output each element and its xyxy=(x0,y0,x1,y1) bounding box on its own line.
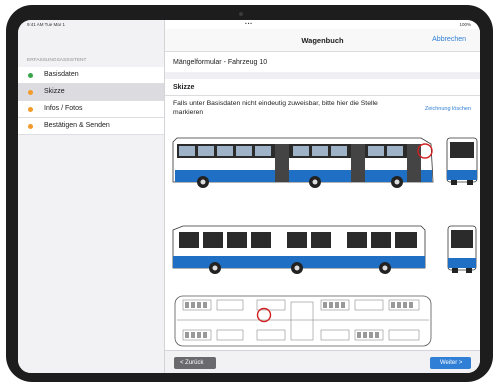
sidebar-item-bestaetigen-senden[interactable]: Bestätigen & Senden xyxy=(18,118,164,135)
sidebar-item-infos-fotos[interactable]: Infos / Fotos xyxy=(18,101,164,118)
sidebar-section-title: ERFASSUNGSASSISTENT xyxy=(27,58,87,63)
sidebar-item-label: Infos / Fotos xyxy=(44,105,83,112)
bottom-toolbar: < Zurück Weiter > xyxy=(165,350,480,373)
back-button-label: < Zurück xyxy=(180,359,204,366)
status-dot-icon xyxy=(28,123,33,129)
sidebar-item-skizze[interactable]: Skizze xyxy=(18,84,164,101)
main-panel: Wagenbuch Abbrechen Mängelformular - Fah… xyxy=(165,20,480,373)
sidebar-item-label: Bestätigen & Senden xyxy=(44,122,110,129)
bus-side-view-right xyxy=(172,137,434,188)
status-dots: ••• xyxy=(245,21,253,26)
bus-floor-plan xyxy=(174,295,432,347)
sidebar: ERFASSUNGSASSISTENT Basisdaten Skizze In… xyxy=(18,20,165,373)
next-button[interactable]: Weiter > xyxy=(430,357,471,369)
sidebar-item-label: Basisdaten xyxy=(44,71,79,78)
status-dot-icon xyxy=(28,106,33,112)
status-dot-icon xyxy=(28,72,33,78)
bus-front-view xyxy=(447,225,477,273)
bus-rear-view xyxy=(446,137,478,185)
bus-side-view-left xyxy=(172,225,426,274)
sidebar-item-basisdaten[interactable]: Basisdaten xyxy=(18,67,164,84)
screen: ERFASSUNGSASSISTENT Basisdaten Skizze In… xyxy=(18,20,480,373)
back-button[interactable]: < Zurück xyxy=(174,357,216,369)
sketch-canvas[interactable] xyxy=(165,20,480,350)
battery-status: 100% xyxy=(459,22,471,27)
status-bar: 9:41 AM Tue Mar 1 ••• 100% xyxy=(18,20,480,29)
sidebar-item-label: Skizze xyxy=(44,88,65,95)
sidebar-list: Basisdaten Skizze Infos / Fotos Bestätig… xyxy=(18,67,164,135)
camera xyxy=(239,12,243,16)
status-dot-icon xyxy=(28,89,33,95)
next-button-label: Weiter > xyxy=(440,359,463,366)
